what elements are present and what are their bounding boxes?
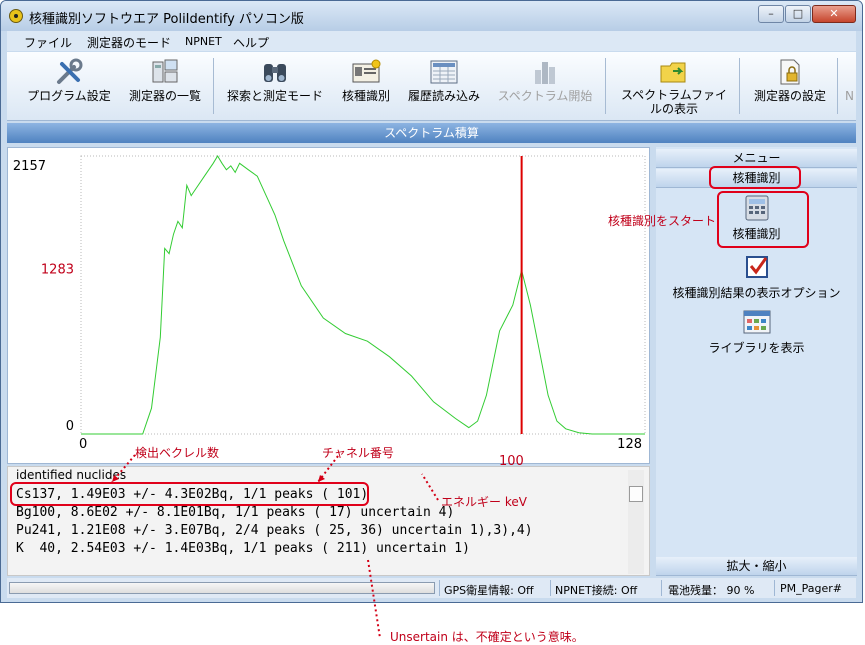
arrowhead — [112, 475, 119, 482]
annotation-arrows — [111, 454, 439, 639]
arrow-energy — [421, 473, 439, 501]
arrow-uncertain — [367, 559, 381, 639]
